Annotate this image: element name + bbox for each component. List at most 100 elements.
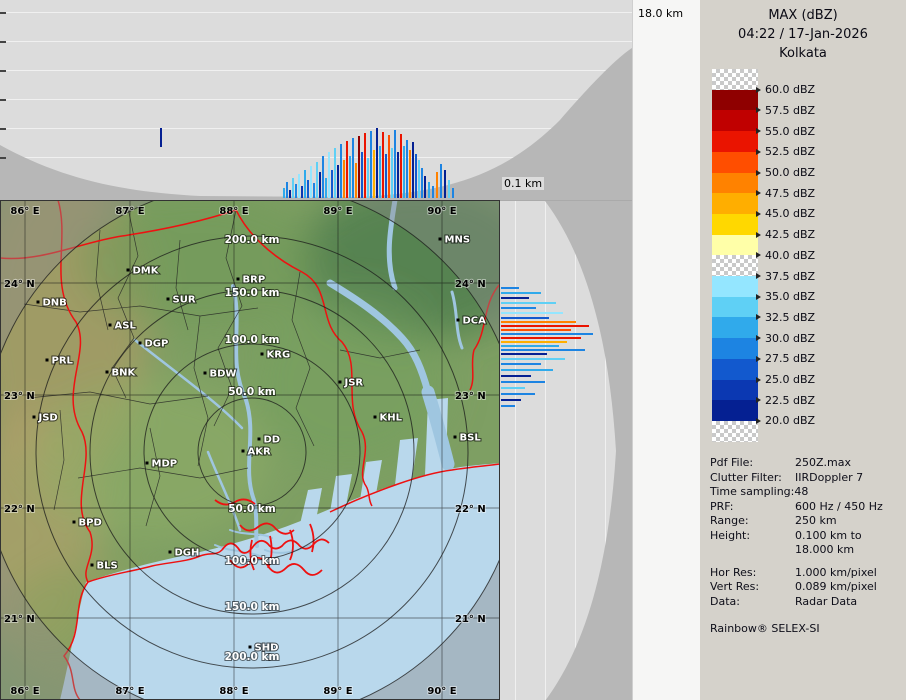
- echo-bar: [501, 307, 536, 309]
- echo-bar: [388, 135, 390, 198]
- range-ring-label: 200.0 km: [225, 234, 280, 246]
- lat-label: 22° N: [455, 504, 486, 515]
- echo-bar: [501, 381, 545, 383]
- city-label: DGH: [175, 548, 200, 559]
- city-marker: [73, 521, 76, 524]
- echo-bar: [355, 163, 357, 198]
- city-label: BLS: [97, 561, 118, 572]
- legend-swatch: [712, 276, 758, 297]
- metadata-row: 18.000 km: [710, 543, 902, 558]
- echo-bar: [501, 337, 581, 339]
- echo-profile-bars-side: [500, 201, 632, 700]
- city-label: JSD: [38, 413, 58, 424]
- city-marker: [258, 438, 261, 441]
- city-marker: [167, 298, 170, 301]
- height-axis-tick: [0, 128, 6, 130]
- city-marker: [139, 342, 142, 345]
- echo-bar: [501, 399, 521, 401]
- height-axis-max-label: 18.0 km: [638, 7, 683, 20]
- echo-bar: [325, 178, 327, 198]
- city-marker: [127, 269, 130, 272]
- city-label: DD: [264, 435, 281, 446]
- city-marker: [109, 324, 112, 327]
- legend-tick-icon: [756, 294, 761, 300]
- height-axis-tick: [0, 12, 6, 14]
- city-label: MNS: [445, 235, 471, 246]
- echo-bar: [322, 156, 324, 198]
- range-ring-label: 100.0 km: [225, 334, 280, 346]
- echo-bar: [295, 184, 297, 198]
- legend-scale-label: 47.5 dBZ: [756, 187, 815, 199]
- echo-bar: [409, 150, 411, 198]
- city-label: DCA: [463, 316, 487, 327]
- echo-bar: [501, 302, 556, 304]
- legend-scale-label: 25.0 dBZ: [756, 374, 815, 386]
- city-marker: [91, 564, 94, 567]
- echo-bar: [444, 170, 446, 198]
- lon-label: 86° E: [10, 206, 39, 217]
- radar-map-panel: 86° E86° E87° E87° E88° E88° E89° E89° E…: [0, 200, 500, 700]
- echo-bar: [331, 170, 333, 198]
- echo-bar: [394, 130, 396, 198]
- city-label: BSL: [460, 433, 482, 444]
- city-label: DGP: [145, 339, 169, 350]
- echo-bar: [501, 375, 531, 377]
- legend-swatch: [712, 173, 758, 194]
- city-marker: [237, 278, 240, 281]
- city-label: DNB: [43, 298, 67, 309]
- echo-bar: [370, 131, 372, 198]
- echo-bar: [382, 132, 384, 198]
- legend-tick-icon: [756, 170, 761, 176]
- city-label: ASL: [115, 321, 137, 332]
- metadata-row: Hor Res:1.000 km/pixel: [710, 566, 902, 581]
- legend-swatch: [712, 255, 758, 276]
- height-axis-tick: [0, 41, 6, 43]
- legend-scale-label: 30.0 dBZ: [756, 332, 815, 344]
- echo-bar: [448, 180, 450, 198]
- legend-swatch: [712, 193, 758, 214]
- legend-scale-label: 20.0 dBZ: [756, 415, 815, 427]
- echo-bar: [358, 136, 360, 198]
- echo-bar: [385, 154, 387, 198]
- city-marker: [106, 371, 109, 374]
- echo-bar: [501, 345, 559, 347]
- legend-tick-icon: [756, 335, 761, 341]
- city-marker: [146, 462, 149, 465]
- echo-bar: [418, 160, 420, 198]
- lon-label: 90° E: [427, 686, 456, 697]
- city-marker: [33, 416, 36, 419]
- echo-bar: [403, 146, 405, 198]
- legend-tick-icon: [756, 252, 761, 258]
- echo-bar: [501, 405, 515, 407]
- echo-bar: [406, 140, 408, 198]
- city-marker: [169, 551, 172, 554]
- echo-bar: [328, 152, 330, 198]
- echo-bar: [501, 297, 529, 299]
- city-marker: [242, 450, 245, 453]
- metadata-row: Data:Radar Data: [710, 595, 902, 610]
- range-ring-label: 150.0 km: [225, 287, 280, 299]
- height-axis-tick: [0, 157, 6, 159]
- lon-label: 86° E: [10, 686, 39, 697]
- echo-bar: [364, 133, 366, 198]
- legend-swatch: [712, 90, 758, 111]
- height-axis-strip: [632, 0, 701, 700]
- lon-label: 88° E: [219, 686, 248, 697]
- echo-bar: [421, 168, 423, 198]
- echo-bar: [400, 134, 402, 198]
- echo-bar: [501, 312, 563, 314]
- echo-bar: [334, 148, 336, 198]
- product-metadata: Pdf File:250Z.maxClutter Filter:IIRDoppl…: [710, 456, 902, 609]
- legend-scale-label: 60.0 dBZ: [756, 84, 815, 96]
- echo-bar: [391, 148, 393, 198]
- echo-bar: [337, 165, 339, 198]
- city-label: JSR: [344, 378, 364, 389]
- range-ring-label: 50.0 km: [228, 503, 276, 515]
- city-label: BNK: [112, 368, 137, 379]
- echo-bar: [346, 141, 348, 198]
- city-label: BDW: [210, 369, 237, 380]
- echo-bar: [501, 387, 525, 389]
- echo-bar: [428, 182, 430, 198]
- echo-bar: [301, 186, 303, 198]
- echo-bar: [501, 287, 519, 289]
